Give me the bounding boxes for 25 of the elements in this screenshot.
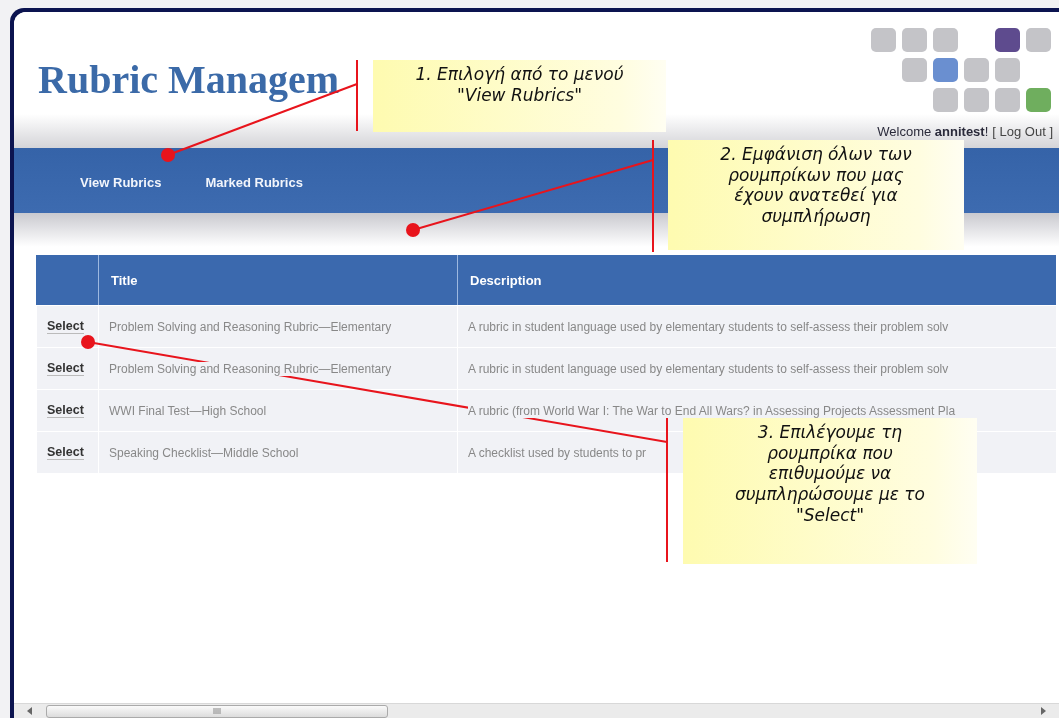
nav-link[interactable]: View Rubrics xyxy=(80,171,162,190)
scroll-thumb[interactable] xyxy=(46,704,388,718)
nav-link[interactable]: Marked Rubrics xyxy=(205,171,303,190)
callout-note: 3. Επιλέγουμε τη ρουμπρίκα που επιθυμούμε να συμπληρώσουμε με το "Select" xyxy=(683,418,977,564)
table-cell: A rubric in student language used by elementary students to self-assess their problem solv xyxy=(468,319,949,334)
table-header-cell: Description xyxy=(457,255,1056,305)
callout-note: 2. Εμφάνιση όλων των ρουμπρίκων που μας έχουν ανατεθεί για συμπλήρωση xyxy=(668,140,964,250)
select-link[interactable]: Select xyxy=(47,403,84,418)
grip-icon xyxy=(213,708,221,714)
select-link[interactable]: Select xyxy=(47,361,84,376)
table-header-cell: Title xyxy=(98,255,457,305)
table-cell: WWI Final Test—High School xyxy=(109,403,267,418)
select-link[interactable]: Select xyxy=(47,319,84,334)
horizontal-scrollbar[interactable] xyxy=(14,703,1059,718)
table-cell: A rubric in student language used by elementary students to self-assess their problem solv xyxy=(468,361,949,376)
callout-note: 1. Επιλογή από το μενού "View Rubrics" xyxy=(373,60,666,132)
table-cell: Speaking Checklist—Middle School xyxy=(109,445,299,460)
select-link[interactable]: Select xyxy=(47,445,84,460)
log-out-link[interactable]: [ Log Out ] xyxy=(992,124,1053,139)
table-cell: Problem Solving and Reasoning Rubric—Elementary xyxy=(109,361,392,376)
table-cell: A rubric (from World War I: The War to End All Wars? in Assessing Projects Assessment Pla xyxy=(468,403,956,418)
welcome-text: Welcome annitest! xyxy=(877,124,989,139)
app-title: Rubric Managem xyxy=(38,56,340,103)
table-cell: Problem Solving and Reasoning Rubric—Elementary xyxy=(109,319,392,334)
table-cell: A checklist used by students to pr xyxy=(468,445,647,460)
